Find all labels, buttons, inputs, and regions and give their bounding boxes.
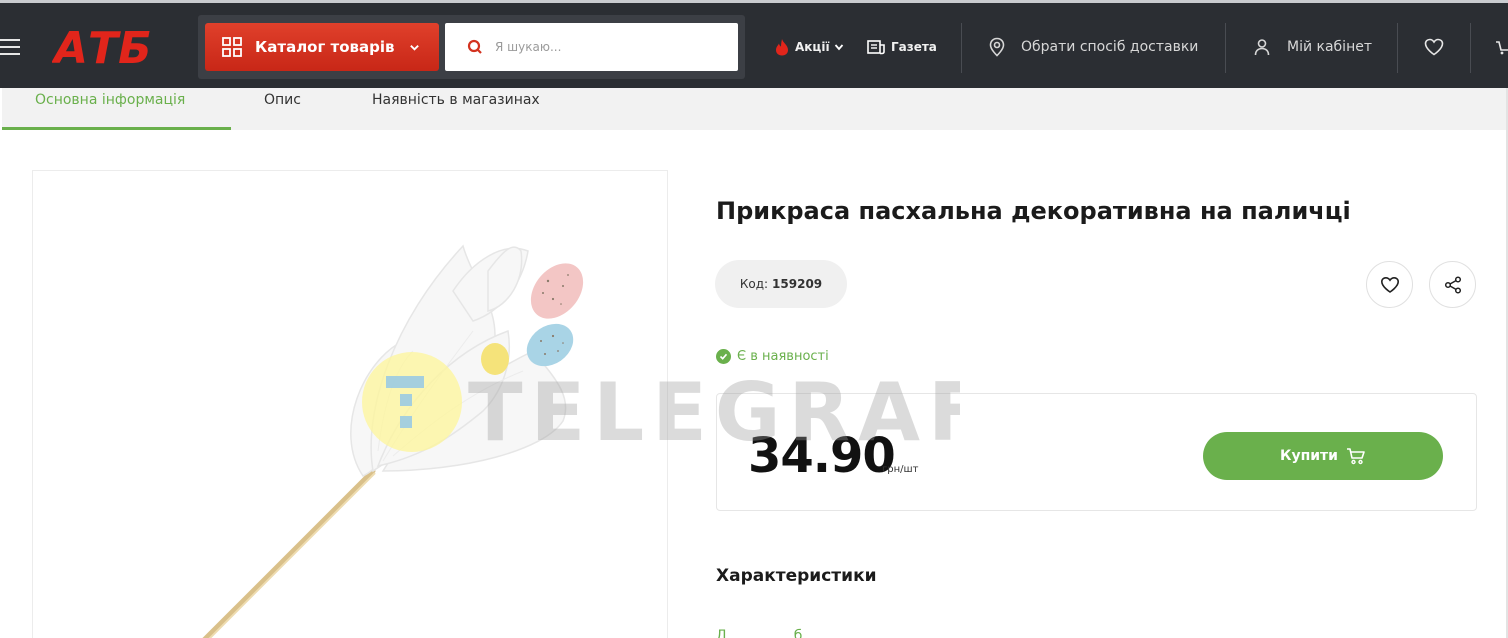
location-pin-icon (989, 37, 1005, 57)
heart-icon[interactable] (1424, 38, 1444, 56)
user-icon (1254, 39, 1270, 56)
catalog-button[interactable]: Каталог товарів (205, 23, 439, 71)
add-to-favorites-button[interactable] (1366, 261, 1413, 308)
product-tabs: Основна інформація Опис Наявність в мага… (2, 88, 1506, 130)
buy-label: Купити (1280, 448, 1338, 464)
tab-description[interactable]: Опис (264, 88, 301, 130)
code-label: Код: (739, 277, 769, 291)
product-title: Прикраса пасхальна декоративна на паличц… (716, 197, 1351, 225)
heart-icon (1380, 276, 1399, 293)
newspaper-label: Газета (891, 40, 937, 54)
account-link[interactable]: Мій кабінет (1254, 33, 1372, 61)
cart-icon[interactable] (1496, 38, 1508, 56)
search-input[interactable] (495, 40, 715, 54)
characteristics-heading: Характеристики (716, 566, 877, 586)
easter-decoration-image (202, 244, 584, 638)
availability-status: Є в наявності (716, 349, 829, 364)
account-label: Мій кабінет (1287, 39, 1372, 55)
site-header: АТБ Каталог товарів Акції (0, 0, 1508, 88)
price-unit: грн/шт (882, 464, 919, 475)
favorites-link[interactable] (1424, 33, 1444, 61)
cart-link[interactable] (1496, 33, 1508, 61)
buy-button[interactable]: Купити (1203, 432, 1443, 480)
chevron-down-icon (834, 44, 843, 51)
tab-main-info[interactable]: Основна інформація (35, 88, 185, 130)
availability-label: Є в наявності (737, 349, 829, 364)
search-field[interactable] (445, 23, 738, 71)
nav-divider (1225, 23, 1226, 73)
promo-menu[interactable]: Акції (774, 33, 844, 61)
delivery-selector[interactable]: Обрати спосіб доставки (988, 33, 1198, 61)
promo-label: Акції (795, 40, 830, 54)
delivery-label: Обрати спосіб доставки (1021, 39, 1199, 55)
characteristics-first-row: Д б (716, 628, 803, 638)
share-icon (1444, 275, 1461, 294)
newspaper-link[interactable]: Газета (867, 33, 937, 61)
logo-text: АТБ (52, 23, 152, 69)
nav-divider (1397, 23, 1398, 73)
newspaper-icon (867, 40, 885, 55)
price-value: 34.90 (748, 428, 896, 484)
menu-icon[interactable] (0, 39, 20, 55)
nav-divider (1470, 23, 1471, 73)
product-code: Код: 159209 (715, 260, 847, 308)
fire-icon (776, 39, 788, 56)
chevron-down-icon (409, 44, 419, 51)
grid-icon (222, 37, 242, 57)
product-image[interactable] (32, 170, 668, 638)
code-value: 159209 (772, 277, 823, 291)
check-icon (716, 349, 731, 364)
share-button[interactable] (1429, 261, 1476, 308)
atb-logo[interactable]: АТБ (51, 23, 168, 74)
nav-divider (961, 23, 962, 73)
cart-icon (1346, 448, 1365, 465)
search-icon[interactable] (467, 39, 483, 55)
active-tab-indicator (2, 127, 231, 130)
catalog-label: Каталог товарів (255, 38, 395, 56)
tab-store-availability[interactable]: Наявність в магазинах (372, 88, 540, 130)
